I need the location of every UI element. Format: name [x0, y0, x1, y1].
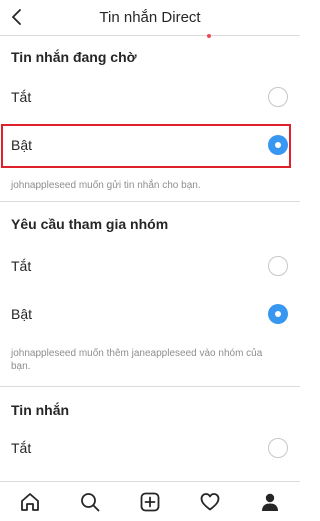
option-label: Bật	[11, 306, 33, 322]
section-description: johnappleseed muốn thêm janeappleseed và…	[11, 348, 263, 372]
profile-icon	[262, 493, 278, 511]
tab-activity[interactable]	[198, 490, 222, 514]
tab-profile[interactable]	[258, 490, 282, 514]
radio-pending-off[interactable]	[268, 87, 288, 107]
notification-dot	[207, 34, 211, 38]
header: Tin nhắn Direct	[0, 0, 300, 36]
radio-selected-dot	[275, 311, 281, 317]
divider	[0, 386, 300, 387]
highlight-box	[1, 124, 291, 168]
option-row-messages-off[interactable]: Tắt	[0, 425, 300, 473]
new-post-icon	[140, 492, 160, 512]
option-row-pending-off[interactable]: Tắt	[0, 74, 300, 122]
option-row-group-off[interactable]: Tắt	[0, 243, 300, 291]
section-title-pending-messages: Tin nhắn đang chờ	[11, 49, 137, 65]
radio-group-on[interactable]	[268, 304, 288, 324]
divider	[0, 201, 300, 202]
section-description: johnappleseed muốn gửi tin nhắn cho bạn.	[11, 180, 201, 191]
option-label: Tắt	[11, 440, 32, 456]
page-title: Tin nhắn Direct	[99, 9, 201, 26]
tab-home[interactable]	[18, 490, 42, 514]
tab-search[interactable]	[78, 490, 102, 514]
option-label: Tắt	[11, 258, 32, 274]
section-title-group-requests: Yêu cầu tham gia nhóm	[11, 216, 169, 232]
search-icon	[81, 493, 100, 512]
home-icon	[21, 493, 39, 511]
radio-messages-off[interactable]	[268, 438, 288, 458]
activity-heart-icon	[200, 493, 220, 511]
section-title-messages: Tin nhắn	[11, 402, 70, 418]
option-row-group-on[interactable]: Bật	[0, 291, 300, 339]
tab-new-post[interactable]	[138, 490, 162, 514]
bottom-tab-bar	[0, 481, 300, 521]
radio-group-off[interactable]	[268, 256, 288, 276]
option-label: Tắt	[11, 89, 32, 105]
